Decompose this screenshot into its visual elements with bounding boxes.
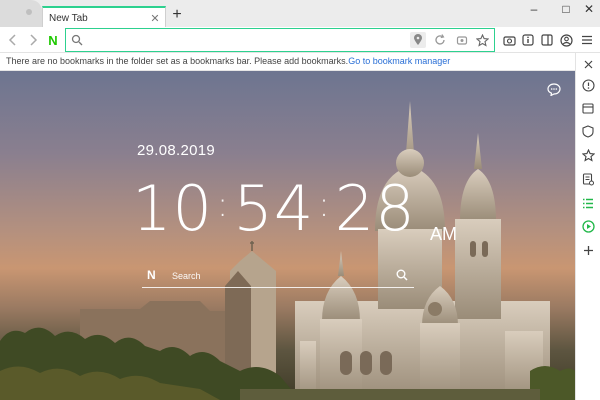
info-button[interactable]	[518, 30, 538, 50]
new-tab-background: 29.08.2019 10:54:28 AM N	[0, 71, 575, 400]
profile-button[interactable]	[556, 30, 576, 50]
chevron-left-icon	[8, 34, 16, 46]
minimize-button[interactable]: –	[520, 0, 548, 18]
tab-new-tab[interactable]: New Tab ✕	[42, 6, 166, 28]
date-display: 29.08.2019	[137, 142, 216, 159]
tab-close-icon[interactable]: ✕	[148, 11, 162, 25]
bookmark-star-icon[interactable]	[474, 32, 490, 48]
camera-icon	[502, 36, 516, 46]
hamburger-menu-icon	[582, 35, 592, 45]
papago-icon[interactable]	[580, 77, 596, 93]
side-panel-close-icon[interactable]	[580, 56, 596, 72]
tab-strip: New Tab ✕ + – □ ✕	[0, 0, 600, 28]
refresh-icon[interactable]	[432, 32, 448, 48]
naver-search-bar[interactable]: N	[142, 264, 414, 288]
shield-icon[interactable]	[580, 123, 596, 139]
calendar-icon[interactable]	[580, 100, 596, 116]
chat-bubble-icon[interactable]	[547, 83, 563, 99]
tab-title: New Tab	[49, 12, 88, 24]
list-icon[interactable]	[580, 195, 596, 211]
browser-logo-icon	[0, 0, 44, 27]
clock-separator: :	[318, 185, 331, 225]
bookmarks-star-icon[interactable]	[580, 147, 596, 163]
profile-icon	[559, 33, 573, 47]
info-icon	[522, 34, 534, 46]
clock-display: 10:54:28	[132, 174, 416, 240]
bookmark-bar-message: There are no bookmarks in the folder set…	[6, 56, 349, 66]
search-icon	[69, 32, 85, 48]
location-pin-icon[interactable]	[410, 32, 426, 48]
back-button[interactable]	[3, 30, 23, 50]
naver-home-button[interactable]: N	[43, 30, 63, 50]
naver-search-logo-icon: N	[147, 268, 156, 282]
search-button[interactable]	[394, 267, 410, 283]
forward-button[interactable]	[23, 30, 43, 50]
address-bar[interactable]	[65, 28, 495, 52]
sidebar-toggle-button[interactable]	[537, 30, 557, 50]
add-panel-icon[interactable]	[580, 242, 596, 258]
reader-mode-icon[interactable]	[454, 32, 470, 48]
side-panel	[575, 53, 600, 400]
clock-second: 28	[334, 172, 416, 245]
bookmark-manager-link[interactable]: Go to bookmark manager	[348, 56, 450, 66]
menu-button[interactable]	[577, 30, 597, 50]
address-input[interactable]	[88, 31, 408, 49]
window-close-button[interactable]: ✕	[575, 0, 600, 18]
capture-button[interactable]	[499, 30, 519, 50]
clock-minute: 54	[233, 172, 315, 245]
toolbar: N	[0, 27, 600, 53]
naver-n-icon: N	[48, 32, 58, 48]
split-view-icon	[541, 34, 553, 46]
reading-list-icon[interactable]	[580, 171, 596, 187]
clock-separator: :	[216, 185, 230, 225]
new-tab-button[interactable]: +	[170, 7, 184, 23]
chevron-right-icon	[30, 34, 38, 46]
clock-ampm: AM	[430, 224, 457, 244]
clock-hour: 10	[132, 172, 213, 245]
bookmark-bar: There are no bookmarks in the folder set…	[0, 53, 575, 71]
naver-search-input[interactable]	[172, 268, 372, 284]
magnifier-icon	[396, 269, 408, 281]
play-icon[interactable]	[580, 218, 596, 234]
